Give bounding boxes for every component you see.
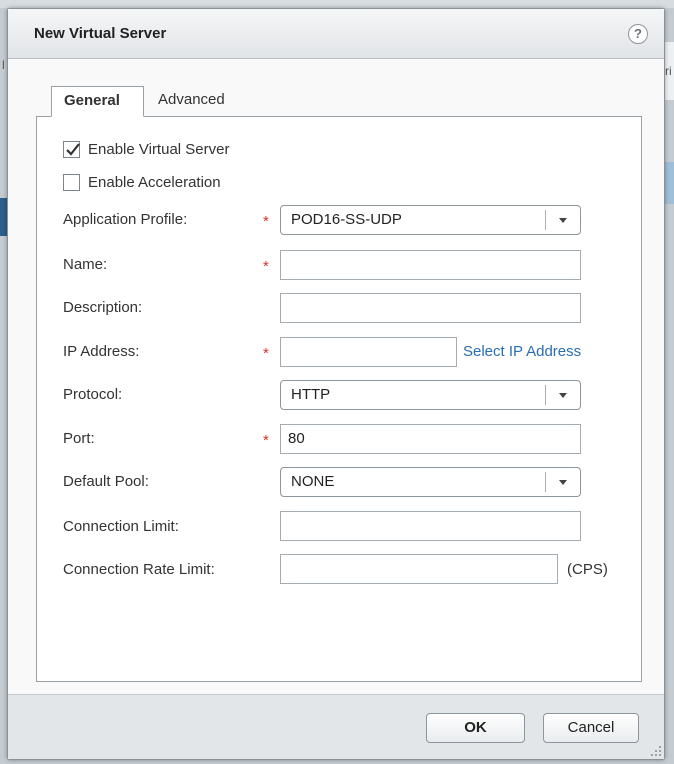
tab-general[interactable]: General (51, 86, 144, 117)
connection-limit-input[interactable] (280, 511, 581, 541)
enable-acceleration-label: Enable Acceleration (88, 174, 221, 191)
chevron-down-icon[interactable] (558, 479, 568, 486)
chevron-down-icon[interactable] (558, 392, 568, 399)
dialog-title: New Virtual Server (34, 25, 167, 42)
application-profile-select[interactable]: POD16-SS-UDP (280, 205, 581, 235)
protocol-label: Protocol: (63, 386, 123, 403)
help-icon[interactable]: ? (628, 24, 648, 44)
ok-button[interactable]: OK (426, 713, 525, 743)
required-marker: * (263, 345, 269, 362)
default-pool-select[interactable]: NONE (280, 467, 581, 497)
enable-virtual-server-checkbox[interactable] (63, 141, 80, 158)
enable-virtual-server-row[interactable]: Enable Virtual Server (63, 141, 229, 158)
enable-acceleration-checkbox[interactable] (63, 174, 80, 191)
description-label: Description: (63, 299, 143, 316)
enable-acceleration-row[interactable]: Enable Acceleration (63, 174, 221, 191)
connection-rate-limit-input[interactable] (280, 554, 558, 584)
dialog-body: General Advanced Enable Virtual Server E… (8, 60, 664, 694)
port-label: Port: (63, 430, 95, 447)
dialog-footer: OK Cancel (8, 694, 664, 759)
connection-rate-limit-label: Connection Rate Limit: (63, 561, 215, 578)
application-profile-label: Application Profile: (63, 211, 188, 228)
name-input[interactable] (280, 250, 581, 280)
chevron-down-icon[interactable] (558, 217, 568, 224)
select-ip-address-link[interactable]: Select IP Address (463, 343, 581, 360)
ip-address-input[interactable] (280, 337, 457, 367)
select-divider (545, 385, 546, 405)
required-marker: * (263, 213, 269, 230)
general-tab-panel: Enable Virtual Server Enable Acceleratio… (36, 116, 642, 682)
required-marker: * (263, 432, 269, 449)
application-profile-value: POD16-SS-UDP (291, 211, 402, 228)
name-label: Name: (63, 256, 108, 273)
ip-address-label: IP Address: (63, 343, 140, 360)
description-input[interactable] (280, 293, 581, 323)
default-pool-value: NONE (291, 473, 335, 490)
background-text-fragment-left: l (2, 58, 5, 72)
default-pool-label: Default Pool: (63, 473, 149, 490)
background-text-fragment: ri (665, 64, 672, 78)
port-input[interactable]: 80 (280, 424, 581, 454)
protocol-select[interactable]: HTTP (280, 380, 581, 410)
new-virtual-server-dialog: New Virtual Server ? General Advanced En… (7, 8, 665, 760)
resize-grip-icon[interactable] (650, 745, 662, 757)
dialog-titlebar[interactable]: New Virtual Server ? (8, 9, 664, 59)
connection-limit-label: Connection Limit: (63, 518, 179, 535)
required-marker: * (263, 258, 269, 275)
select-divider (545, 472, 546, 492)
protocol-value: HTTP (291, 386, 331, 403)
background-highlight-fragment (664, 162, 674, 204)
cancel-button[interactable]: Cancel (543, 713, 639, 743)
cps-unit-label: (CPS) (567, 561, 608, 578)
enable-virtual-server-label: Enable Virtual Server (88, 141, 230, 158)
tab-advanced[interactable]: Advanced (148, 86, 235, 116)
background-selected-row (0, 198, 7, 236)
checkmark-icon (66, 143, 80, 156)
select-divider (545, 210, 546, 230)
background-app-strip (0, 0, 674, 8)
